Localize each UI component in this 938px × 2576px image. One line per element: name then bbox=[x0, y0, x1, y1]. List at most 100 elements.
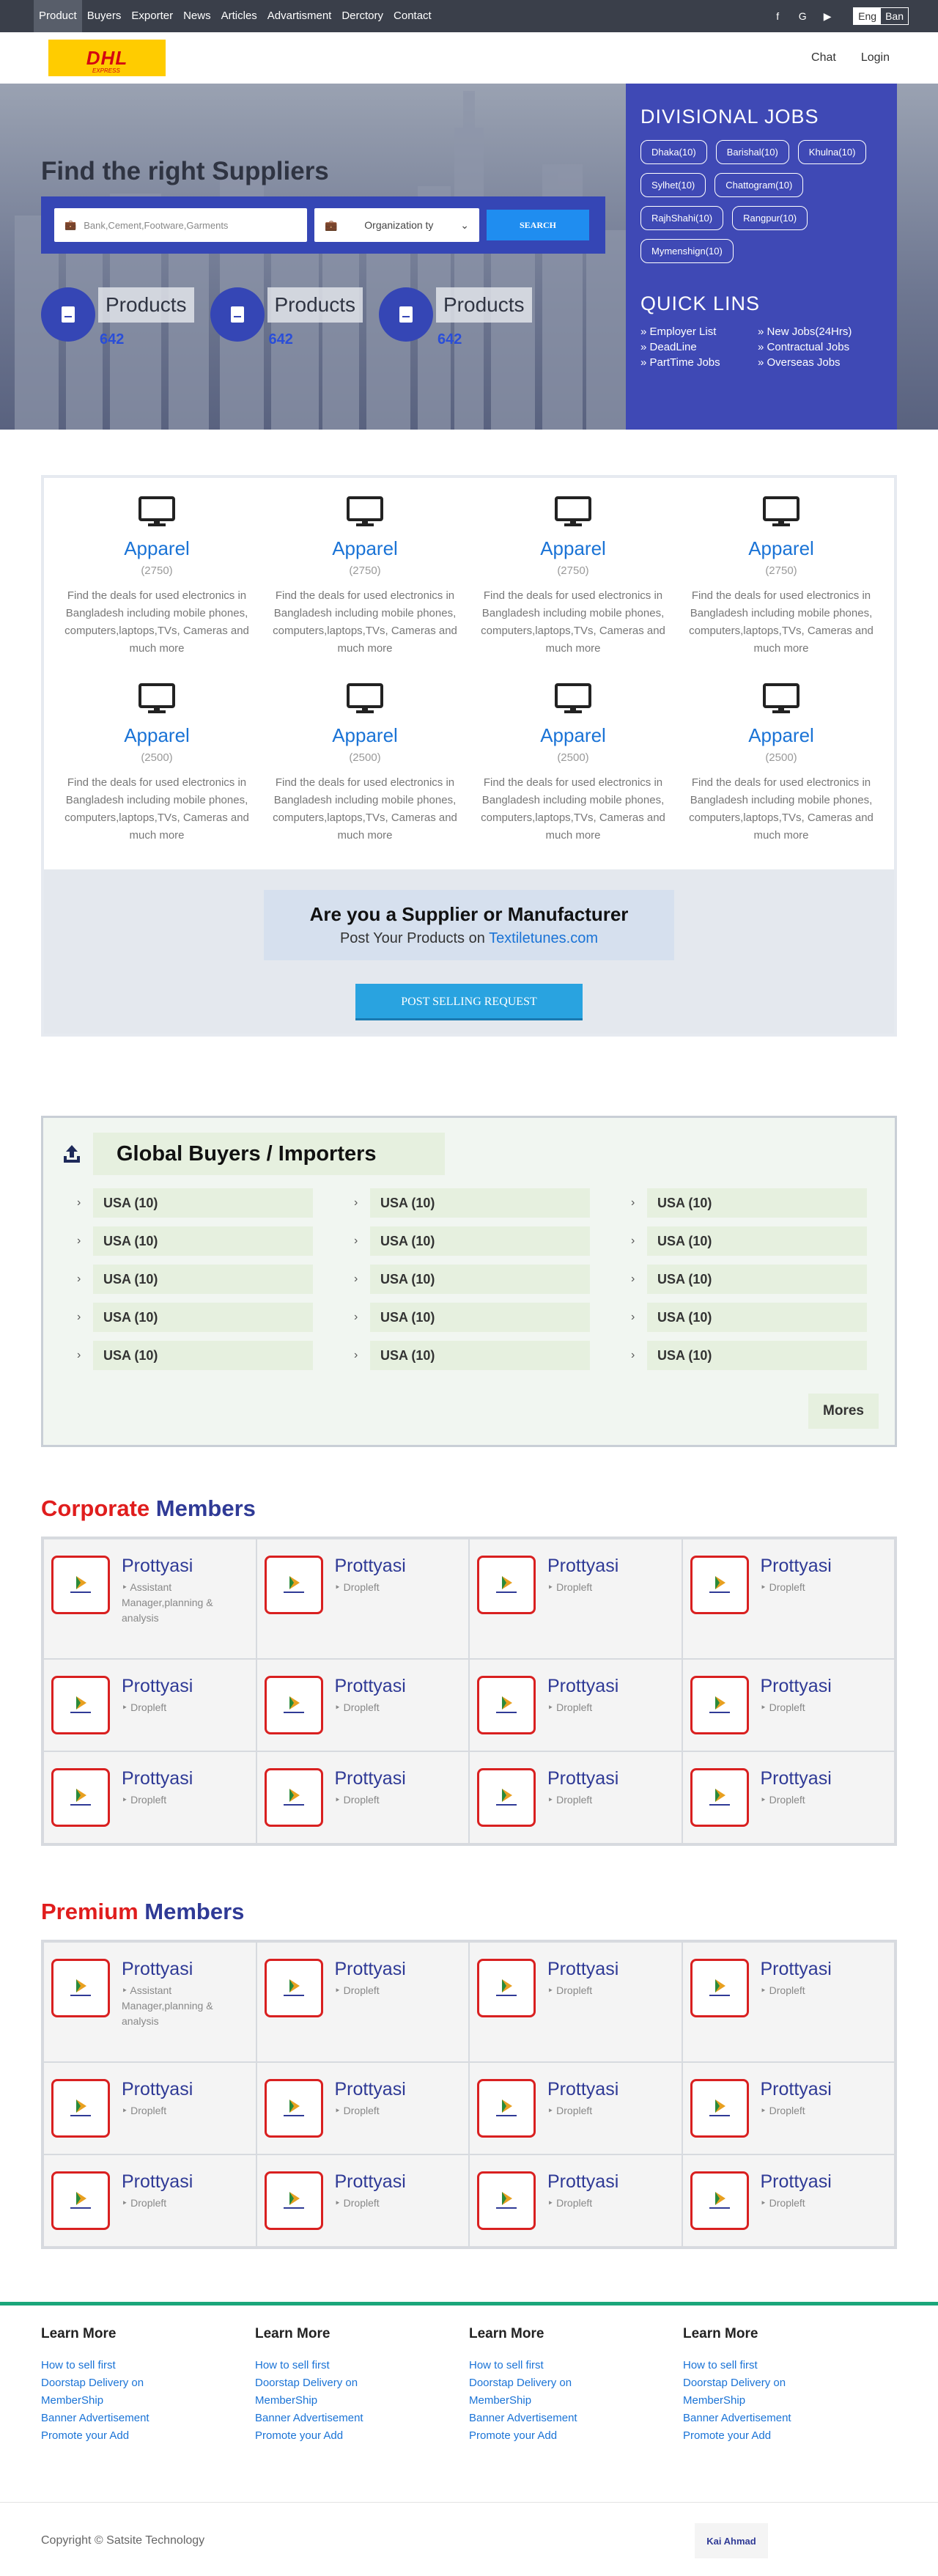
member-name[interactable]: Prottyasi bbox=[761, 2079, 832, 2100]
category-card[interactable]: Apparel (2750) Find the deals for used ele… bbox=[53, 496, 261, 682]
post-selling-request-button[interactable]: POST SELLING REQUEST bbox=[355, 984, 583, 1020]
division-chip[interactable]: Dhaka(10) bbox=[640, 140, 707, 164]
buyer-item[interactable]: › USA (10) bbox=[77, 1303, 319, 1332]
facebook-icon[interactable]: f bbox=[771, 10, 784, 22]
category-card[interactable]: Apparel (2750) Find the deals for used ele… bbox=[677, 496, 885, 682]
member-name[interactable]: Prottyasi bbox=[122, 2171, 193, 2193]
category-card[interactable]: Apparel (2500) Find the deals for used ele… bbox=[261, 682, 469, 869]
footer-link[interactable]: Promote your Add bbox=[255, 2427, 383, 2445]
footer-link[interactable]: Doorstap Delivery on MemberShip bbox=[41, 2374, 169, 2410]
category-card[interactable]: Apparel (2500) Find the deals for used ele… bbox=[677, 682, 885, 869]
quick-link[interactable]: » Contractual Jobs bbox=[758, 341, 875, 353]
member-name[interactable]: Prottyasi bbox=[761, 1959, 832, 1980]
search-input[interactable]: 💼 Bank,Cement,Footware,Garments bbox=[54, 208, 307, 242]
category-name[interactable]: Apparel bbox=[63, 537, 251, 560]
member-card[interactable]: Prottyasi ‣ Dropleft bbox=[43, 2062, 256, 2154]
member-card[interactable]: Prottyasi ‣ Dropleft bbox=[256, 2154, 469, 2247]
member-name[interactable]: Prottyasi bbox=[335, 1556, 406, 1577]
member-card[interactable]: Prottyasi ‣ Dropleft bbox=[682, 1751, 895, 1844]
member-card[interactable]: Prottyasi ‣ Dropleft bbox=[682, 2062, 895, 2154]
member-card[interactable]: Prottyasi ‣ Dropleft bbox=[256, 1539, 469, 1659]
footer-link[interactable]: Banner Advertisement bbox=[469, 2410, 597, 2427]
nav-product[interactable]: Product bbox=[34, 0, 82, 32]
buyer-item[interactable]: › USA (10) bbox=[631, 1188, 873, 1218]
category-name[interactable]: Apparel bbox=[479, 724, 667, 747]
division-chip[interactable]: RajhShahi(10) bbox=[640, 206, 724, 230]
category-name[interactable]: Apparel bbox=[479, 537, 667, 560]
footer-link[interactable]: How to sell first bbox=[41, 2357, 169, 2374]
nav-news[interactable]: News bbox=[178, 0, 216, 32]
login-link[interactable]: Login bbox=[861, 51, 890, 65]
category-name[interactable]: Apparel bbox=[687, 724, 875, 747]
buyer-item[interactable]: › USA (10) bbox=[631, 1341, 873, 1370]
member-name[interactable]: Prottyasi bbox=[335, 2079, 406, 2100]
division-chip[interactable]: Sylhet(10) bbox=[640, 173, 706, 197]
member-name[interactable]: Prottyasi bbox=[547, 2171, 618, 2193]
category-card[interactable]: Apparel (2750) Find the deals for used ele… bbox=[469, 496, 677, 682]
buyer-item[interactable]: › USA (10) bbox=[77, 1226, 319, 1256]
buyer-item[interactable]: › USA (10) bbox=[631, 1265, 873, 1294]
footer-link[interactable]: How to sell first bbox=[683, 2357, 811, 2374]
category-name[interactable]: Apparel bbox=[63, 724, 251, 747]
member-card[interactable]: Prottyasi ‣ Dropleft bbox=[682, 1659, 895, 1751]
member-name[interactable]: Prottyasi bbox=[122, 1768, 193, 1789]
member-name[interactable]: Prottyasi bbox=[122, 2079, 193, 2100]
member-card[interactable]: Prottyasi ‣ Assistant Manager,planning & … bbox=[43, 1942, 256, 2062]
member-name[interactable]: Prottyasi bbox=[547, 2079, 618, 2100]
member-card[interactable]: Prottyasi ‣ Dropleft bbox=[256, 2062, 469, 2154]
member-name[interactable]: Prottyasi bbox=[761, 2171, 832, 2193]
division-chip[interactable]: Chattogram(10) bbox=[714, 173, 804, 197]
youtube-icon[interactable]: ▶ bbox=[821, 10, 834, 23]
division-chip[interactable]: Mymenshign(10) bbox=[640, 239, 734, 263]
member-card[interactable]: Prottyasi ‣ Dropleft bbox=[469, 1751, 682, 1844]
member-card[interactable]: Prottyasi ‣ Dropleft bbox=[469, 2062, 682, 2154]
category-name[interactable]: Apparel bbox=[271, 724, 459, 747]
footer-link[interactable]: Doorstap Delivery on MemberShip bbox=[469, 2374, 597, 2410]
member-name[interactable]: Prottyasi bbox=[335, 1768, 406, 1789]
buyer-item[interactable]: › USA (10) bbox=[354, 1341, 596, 1370]
buyer-item[interactable]: › USA (10) bbox=[354, 1265, 596, 1294]
division-chip[interactable]: Barishal(10) bbox=[715, 140, 789, 164]
buyer-item[interactable]: › USA (10) bbox=[631, 1303, 873, 1332]
member-card[interactable]: Prottyasi ‣ Dropleft bbox=[43, 1659, 256, 1751]
buyer-item[interactable]: › USA (10) bbox=[354, 1303, 596, 1332]
footer-link[interactable]: Banner Advertisement bbox=[41, 2410, 169, 2427]
member-card[interactable]: Prottyasi ‣ Assistant Manager,planning & … bbox=[43, 1539, 256, 1659]
nav-advartisment[interactable]: Advartisment bbox=[262, 0, 337, 32]
member-card[interactable]: Prottyasi ‣ Dropleft bbox=[469, 1659, 682, 1751]
division-chip[interactable]: Rangpur(10) bbox=[732, 206, 808, 230]
quick-link[interactable]: » New Jobs(24Hrs) bbox=[758, 325, 875, 338]
member-name[interactable]: Prottyasi bbox=[547, 1676, 618, 1697]
buyer-item[interactable]: › USA (10) bbox=[77, 1341, 319, 1370]
dhl-logo[interactable]: DHL EXPRESS bbox=[48, 40, 166, 76]
member-card[interactable]: Prottyasi ‣ Dropleft bbox=[43, 2154, 256, 2247]
member-card[interactable]: Prottyasi ‣ Dropleft bbox=[682, 1539, 895, 1659]
footer-link[interactable]: How to sell first bbox=[469, 2357, 597, 2374]
lang-ban[interactable]: Ban bbox=[881, 8, 908, 24]
member-name[interactable]: Prottyasi bbox=[761, 1556, 832, 1577]
more-button[interactable]: Mores bbox=[808, 1394, 879, 1429]
search-button[interactable]: SEARCH bbox=[487, 210, 589, 240]
member-name[interactable]: Prottyasi bbox=[761, 1676, 832, 1697]
organization-type-select[interactable]: 💼 Organization ty ⌄ bbox=[314, 208, 479, 242]
buyer-item[interactable]: › USA (10) bbox=[354, 1188, 596, 1218]
chat-link[interactable]: Chat bbox=[811, 51, 836, 65]
footer-link[interactable]: Doorstap Delivery on MemberShip bbox=[683, 2374, 811, 2410]
quick-link[interactable]: » Overseas Jobs bbox=[758, 356, 875, 369]
member-name[interactable]: Prottyasi bbox=[335, 1676, 406, 1697]
member-name[interactable]: Prottyasi bbox=[547, 1959, 618, 1980]
member-card[interactable]: Prottyasi ‣ Dropleft bbox=[469, 1942, 682, 2062]
footer-link[interactable]: Banner Advertisement bbox=[683, 2410, 811, 2427]
footer-link[interactable]: Banner Advertisement bbox=[255, 2410, 383, 2427]
nav-articles[interactable]: Articles bbox=[216, 0, 262, 32]
member-name[interactable]: Prottyasi bbox=[335, 1959, 406, 1980]
member-card[interactable]: Prottyasi ‣ Dropleft bbox=[256, 1751, 469, 1844]
quick-link[interactable]: » Employer List bbox=[640, 325, 758, 338]
nav-buyers[interactable]: Buyers bbox=[82, 0, 127, 32]
lang-eng[interactable]: Eng bbox=[854, 8, 882, 24]
member-name[interactable]: Prottyasi bbox=[761, 1768, 832, 1789]
member-card[interactable]: Prottyasi ‣ Dropleft bbox=[682, 2154, 895, 2247]
member-card[interactable]: Prottyasi ‣ Dropleft bbox=[256, 1942, 469, 2062]
footer-link[interactable]: Doorstap Delivery on MemberShip bbox=[255, 2374, 383, 2410]
member-name[interactable]: Prottyasi bbox=[122, 1676, 193, 1697]
